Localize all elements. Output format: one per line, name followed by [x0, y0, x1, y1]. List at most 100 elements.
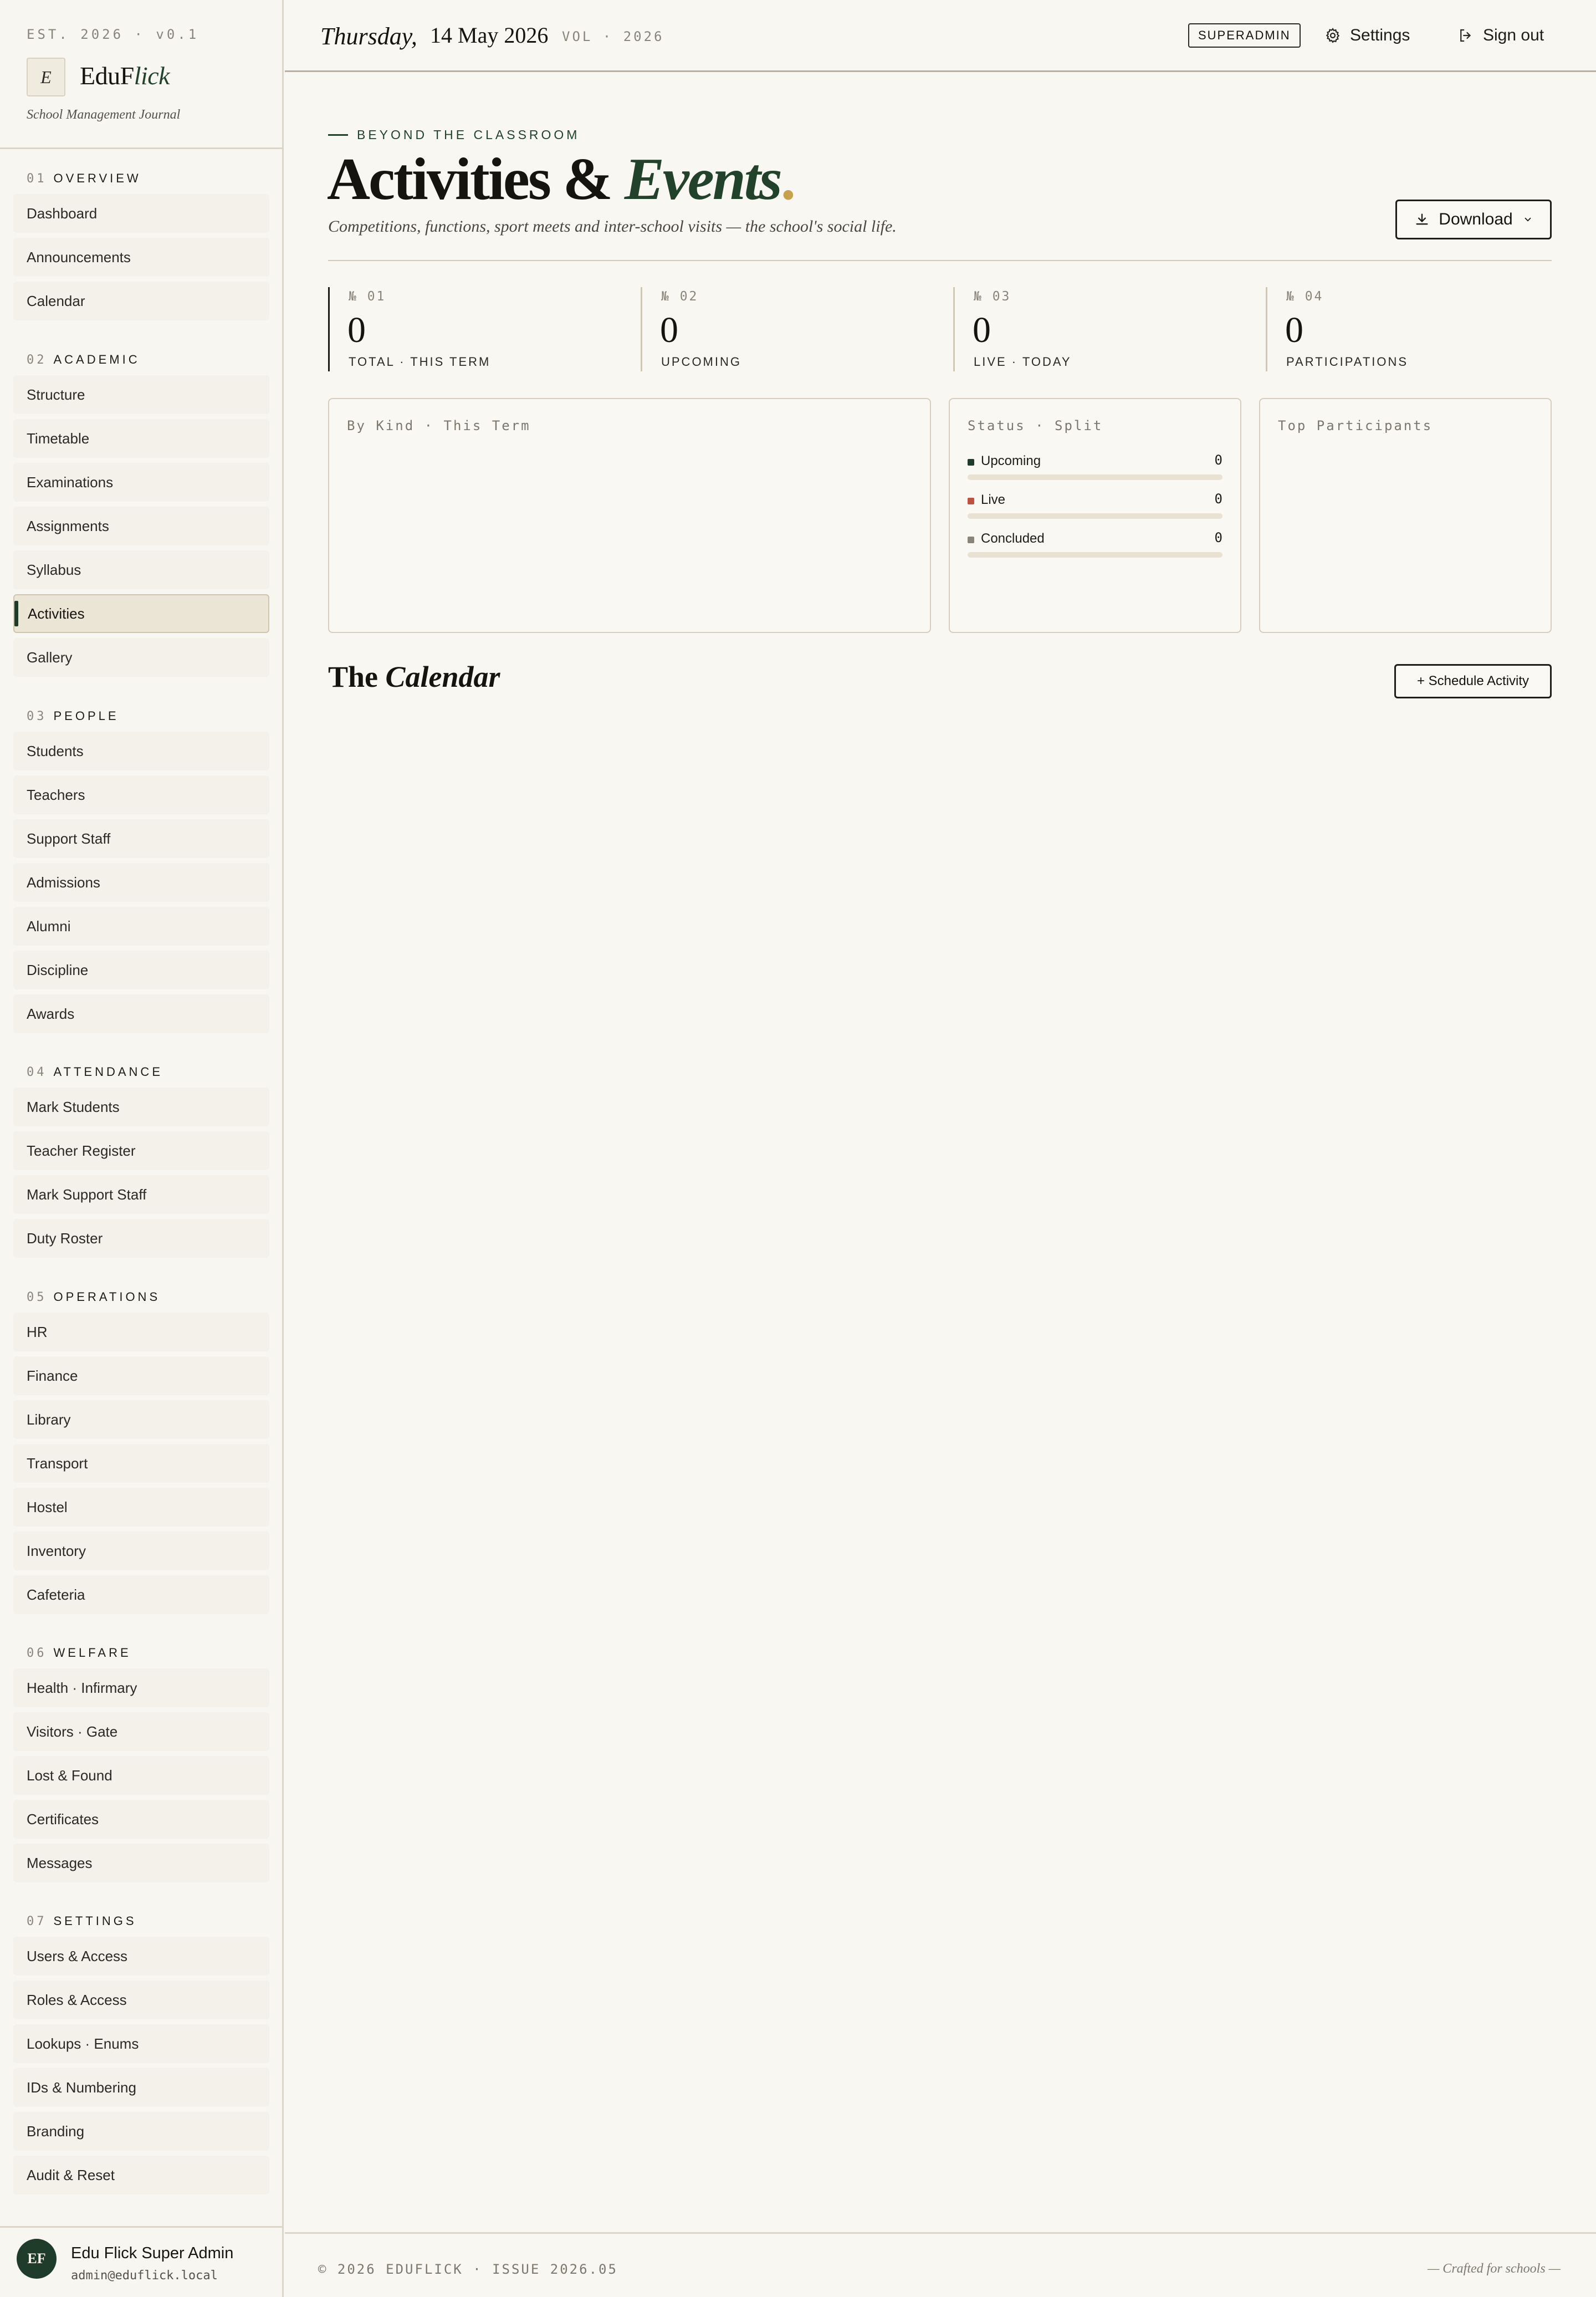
signout-button[interactable]: Sign out: [1457, 21, 1544, 50]
status-count: 0: [1214, 491, 1222, 507]
user-profile[interactable]: EF Edu Flick Super Admin admin@eduflick.…: [0, 2226, 284, 2297]
header-date: 14 May 2026: [430, 23, 549, 48]
brand-name[interactable]: EduFlick: [80, 61, 170, 90]
status-label: Concluded: [981, 531, 1045, 546]
sidebar-item-duty-roster[interactable]: Duty Roster: [13, 1219, 269, 1258]
sidebar-item-ids-numbering[interactable]: IDs & Numbering: [13, 2068, 269, 2107]
sidebar-item-calendar[interactable]: Calendar: [13, 282, 269, 320]
sidebar-item-health-infirmary[interactable]: Health · Infirmary: [13, 1668, 269, 1707]
brand-name-main: EduF: [80, 62, 134, 90]
nav-section-title: SETTINGS: [53, 1914, 137, 1928]
nav-section-number: 02: [27, 353, 47, 367]
eyebrow-text: BEYOND THE CLASSROOM: [357, 127, 580, 142]
nav-section-number: 06: [27, 1646, 47, 1660]
nav-section-number: 07: [27, 1914, 47, 1928]
avatar[interactable]: EF: [17, 2239, 57, 2279]
sidebar-item-alumni[interactable]: Alumni: [13, 907, 269, 946]
sidebar-item-certificates[interactable]: Certificates: [13, 1800, 269, 1839]
nav-section-title: PEOPLE: [53, 709, 119, 723]
sidebar-item-gallery[interactable]: Gallery: [13, 638, 269, 677]
title-divider: [328, 260, 1552, 261]
status-count: 0: [1214, 530, 1222, 545]
brand-name-italic: lick: [134, 62, 170, 90]
sidebar-item-users-access[interactable]: Users & Access: [13, 1937, 269, 1976]
by-kind-card: By Kind · This Term: [328, 398, 931, 633]
sidebar-item-hr[interactable]: HR: [13, 1313, 269, 1351]
sidebar-item-awards[interactable]: Awards: [13, 994, 269, 1033]
sidebar-item-discipline[interactable]: Discipline: [13, 951, 269, 989]
nav-section-heading: 05 OPERATIONS: [13, 1285, 269, 1309]
sidebar-item-examinations[interactable]: Examinations: [13, 463, 269, 502]
sidebar-item-visitors-gate[interactable]: Visitors · Gate: [13, 1712, 269, 1751]
status-bar-track: [968, 552, 1222, 558]
sidebar-item-roles-access[interactable]: Roles & Access: [13, 1980, 269, 2019]
stat-value: 0: [1285, 310, 1303, 350]
user-email: admin@eduflick.local: [71, 2269, 218, 2283]
sidebar-item-library[interactable]: Library: [13, 1400, 269, 1439]
stat-label: TOTAL · THIS TERM: [349, 355, 491, 369]
nav-section-academic: 02 ACADEMIC Structure Timetable Examinations…: [13, 348, 269, 682]
sidebar-item-mark-support-staff[interactable]: Mark Support Staff: [13, 1175, 269, 1214]
nav-section-title: WELFARE: [53, 1646, 131, 1660]
sidebar-item-admissions[interactable]: Admissions: [13, 863, 269, 902]
download-icon: [1416, 213, 1428, 225]
card-title: Status · Split: [968, 418, 1103, 433]
nav-section-number: 01: [27, 171, 47, 186]
sidebar-item-transport[interactable]: Transport: [13, 1444, 269, 1483]
settings-button[interactable]: Settings: [1324, 21, 1410, 50]
sidebar-item-assignments[interactable]: Assignments: [13, 507, 269, 545]
stat-label: PARTICIPATIONS: [1286, 355, 1409, 369]
footer: © 2026 EDUFLICK · ISSUE 2026.05 — Crafte…: [285, 2232, 1596, 2297]
user-name: Edu Flick Super Admin: [71, 2244, 234, 2262]
status-count: 0: [1214, 452, 1222, 468]
brand-logo[interactable]: E: [27, 58, 65, 96]
stat-index: № 03: [974, 289, 1011, 304]
sidebar-item-announcements[interactable]: Announcements: [13, 238, 269, 277]
page-title-dot: .: [780, 146, 796, 212]
sidebar-item-support-staff[interactable]: Support Staff: [13, 819, 269, 858]
stat-live-today: № 03 0 LIVE · TODAY: [953, 287, 1247, 371]
page-title-main: Activities &: [327, 146, 625, 212]
nav-section-heading: 02 ACADEMIC: [13, 348, 269, 372]
sidebar-item-syllabus[interactable]: Syllabus: [13, 550, 269, 589]
status-bar-track: [968, 513, 1222, 519]
sidebar-item-students[interactable]: Students: [13, 732, 269, 770]
schedule-activity-button[interactable]: + Schedule Activity: [1394, 664, 1552, 698]
status-label: Upcoming: [981, 453, 1041, 468]
sidebar-item-finance[interactable]: Finance: [13, 1356, 269, 1395]
brand-divider: [0, 147, 284, 149]
sidebar-item-cafeteria[interactable]: Cafeteria: [13, 1575, 269, 1614]
sidebar-item-messages[interactable]: Messages: [13, 1844, 269, 1882]
sidebar-item-teachers[interactable]: Teachers: [13, 775, 269, 814]
sidebar-item-lost-found[interactable]: Lost & Found: [13, 1756, 269, 1795]
brand-tagline: School Management Journal: [27, 108, 181, 122]
nav-section-title: ATTENDANCE: [53, 1065, 163, 1079]
page-title: Activities & Events.: [327, 145, 796, 214]
sidebar-item-mark-students[interactable]: Mark Students: [13, 1088, 269, 1126]
download-button[interactable]: Download: [1395, 200, 1552, 239]
sidebar-item-dashboard[interactable]: Dashboard: [13, 194, 269, 233]
sidebar-item-structure[interactable]: Structure: [13, 375, 269, 414]
stat-index: № 01: [349, 289, 386, 304]
footer-tagline: — Crafted for schools —: [1427, 2262, 1561, 2276]
settings-label: Settings: [1350, 26, 1410, 44]
sidebar-item-timetable[interactable]: Timetable: [13, 419, 269, 458]
chevron-down-icon: [1525, 217, 1531, 222]
sidebar-item-branding[interactable]: Branding: [13, 2112, 269, 2151]
gear-icon: [1326, 28, 1340, 43]
card-title: Top Participants: [1278, 418, 1433, 433]
sidebar-item-inventory[interactable]: Inventory: [13, 1532, 269, 1570]
stat-total: № 01 0 TOTAL · THIS TERM: [328, 287, 622, 371]
calendar-title: The Calendar: [328, 660, 500, 694]
sidebar-item-lookups-enums[interactable]: Lookups · Enums: [13, 2024, 269, 2063]
sidebar-item-audit-reset[interactable]: Audit & Reset: [13, 2156, 269, 2194]
logout-icon: [1460, 29, 1471, 42]
footer-copyright: © 2026 EDUFLICK · ISSUE 2026.05: [318, 2262, 618, 2277]
nav-section-title: ACADEMIC: [53, 353, 140, 366]
role-badge: SUPERADMIN: [1188, 23, 1301, 48]
sidebar-item-hostel[interactable]: Hostel: [13, 1488, 269, 1527]
sidebar-item-activities[interactable]: Activities: [13, 594, 269, 633]
status-dot: [968, 498, 974, 504]
nav-section-title: OVERVIEW: [53, 171, 141, 185]
sidebar-item-teacher-register[interactable]: Teacher Register: [13, 1131, 269, 1170]
